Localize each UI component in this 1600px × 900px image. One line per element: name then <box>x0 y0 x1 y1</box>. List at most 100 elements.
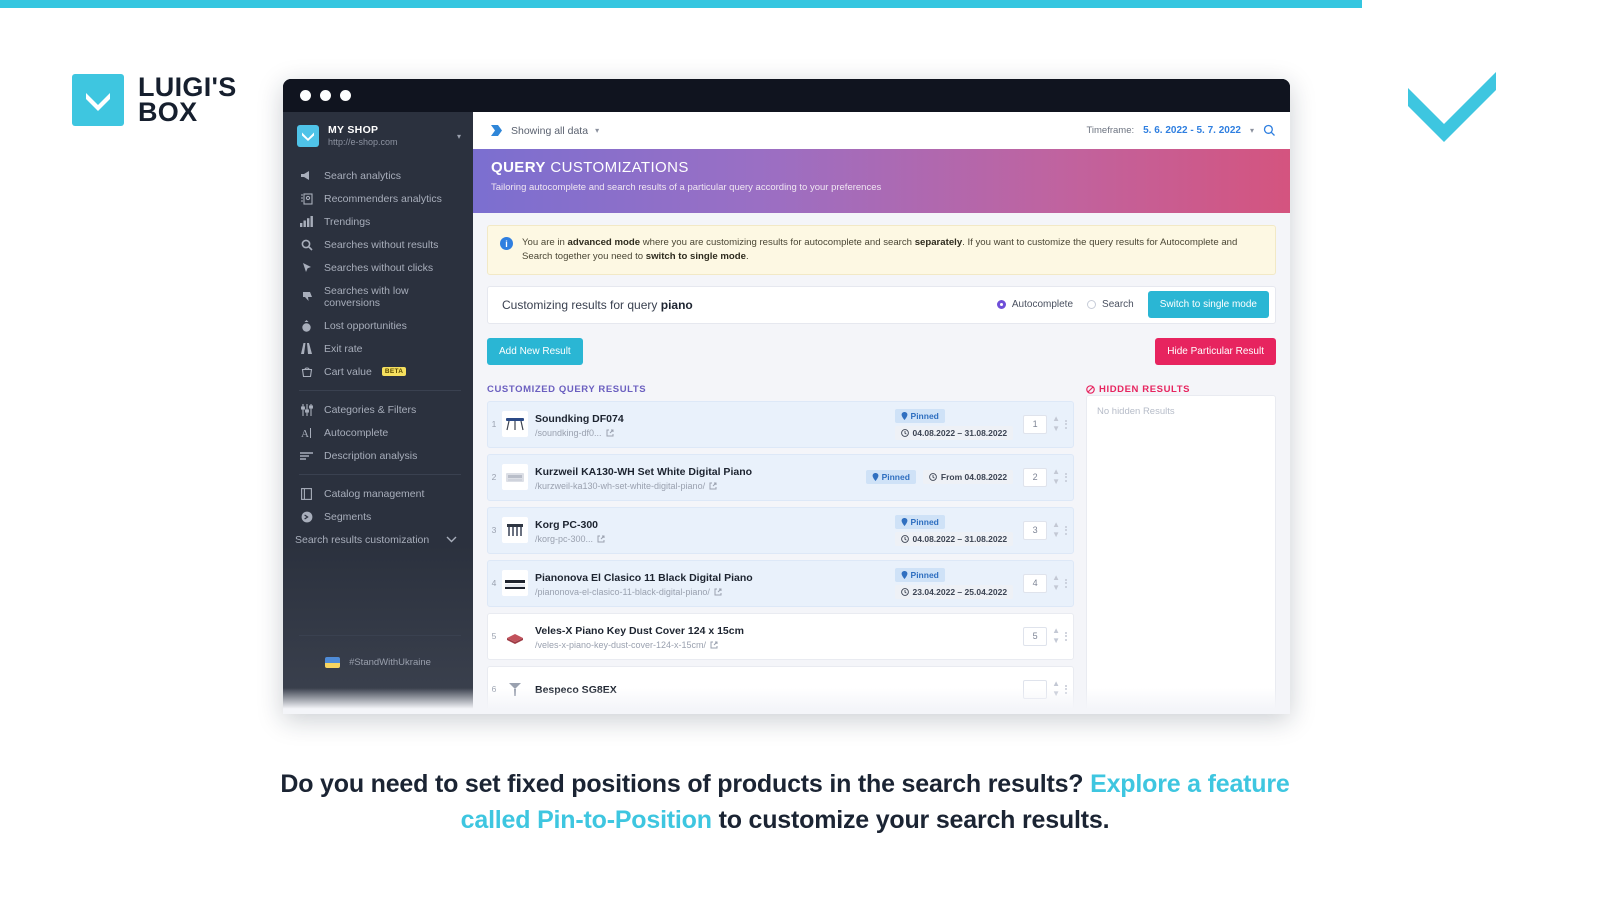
hidden-results-label: HIDDEN RESULTS <box>1086 384 1276 395</box>
sidebar-item-label: Searches without clicks <box>324 261 434 274</box>
chevron-down-icon[interactable]: ▾ <box>1250 126 1254 135</box>
position-input[interactable]: 3 <box>1023 520 1048 540</box>
row-index: 1 <box>491 419 497 430</box>
clock-icon <box>900 534 909 543</box>
customized-results-column: Add New Result CUSTOMIZED QUERY RESULTS … <box>487 337 1074 714</box>
sidebar-item-categories-filters[interactable]: Categories & Filters <box>283 398 473 421</box>
hidden-results-column: Hide Particular Result HIDDEN RESULTS No… <box>1086 337 1276 714</box>
sidebar-item-autocomplete[interactable]: A Autocomplete <box>283 421 473 444</box>
row-menu-icon[interactable] <box>1065 525 1067 535</box>
sidebar-item-segments[interactable]: Segments <box>283 505 473 528</box>
product-thumbnail <box>502 464 528 491</box>
page-title-rest: CUSTOMIZATIONS <box>545 159 689 176</box>
radio-autocomplete-label: Autocomplete <box>1011 299 1074 311</box>
sidebar-item-label: Search results customization <box>295 534 430 546</box>
window-maximize-dot[interactable] <box>340 90 351 101</box>
table-row[interactable]: 2 Kurzweil KA130-WH Set White Digital Pi… <box>487 453 1074 501</box>
timeframe-value[interactable]: 5. 6. 2022 - 5. 7. 2022 <box>1143 125 1241 136</box>
stand-with-ukraine[interactable]: #StandWithUkraine <box>283 657 473 668</box>
radio-search[interactable]: Search <box>1087 299 1134 310</box>
sidebar-item-label: Search analytics <box>324 169 402 182</box>
switch-to-single-mode-button[interactable]: Switch to single mode <box>1147 291 1269 319</box>
arrow-up-icon: ▲ <box>1052 626 1060 636</box>
table-row[interactable]: 6 Bespeco SG8EX ▲ ▼ <box>487 665 1074 713</box>
segment-icon <box>299 511 314 523</box>
row-menu-icon[interactable] <box>1065 419 1067 429</box>
pin-icon <box>901 411 907 420</box>
reorder-arrows[interactable]: ▲ ▼ <box>1052 574 1060 592</box>
sidebar-item-label: Autocomplete <box>324 426 389 439</box>
product-title: Kurzweil KA130-WH Set White Digital Pian… <box>535 465 753 478</box>
sidebar-item-label: Trendings <box>324 215 371 228</box>
sidebar-item-search-results-customization[interactable]: Search results customization <box>283 528 473 552</box>
sidebar-item-description-analysis[interactable]: Description analysis <box>283 444 473 467</box>
product-thumbnail <box>502 517 528 544</box>
banner-bold-2: separately <box>914 237 963 248</box>
window-close-dot[interactable] <box>300 90 311 101</box>
position-input[interactable]: 5 <box>1023 626 1048 646</box>
timeframe-label: Timeframe: <box>1086 125 1135 136</box>
sidebar-item-catalog-management[interactable]: Catalog management <box>283 482 473 505</box>
position-input[interactable]: 4 <box>1023 573 1048 593</box>
sidebar-item-cart-value[interactable]: Cart value BETA <box>283 360 473 383</box>
row-index: 2 <box>491 472 497 483</box>
sidebar-item-lost-opportunities[interactable]: Lost opportunities <box>283 314 473 337</box>
sidebar-item-search-analytics[interactable]: Search analytics <box>283 164 473 187</box>
reorder-arrows[interactable]: ▲ ▼ <box>1052 627 1060 645</box>
chevron-down-icon: ▾ <box>456 131 461 141</box>
svg-text:A: A <box>301 428 309 439</box>
reorder-arrows[interactable]: ▲ ▼ <box>1052 468 1060 486</box>
position-input[interactable]: 2 <box>1023 467 1048 487</box>
sidebar-item-searches-without-results[interactable]: Searches without results <box>283 233 473 256</box>
page-title-bold: QUERY <box>491 159 546 176</box>
arrow-down-icon: ▼ <box>1052 636 1060 646</box>
cursor-icon <box>299 262 314 274</box>
row-menu-icon[interactable] <box>1065 684 1067 694</box>
sidebar-item-label: Segments <box>324 510 372 523</box>
product-title: Soundking DF074 <box>535 412 624 425</box>
sidebar-item-trendings[interactable]: Trendings <box>283 210 473 233</box>
reorder-arrows[interactable]: ▲ ▼ <box>1052 680 1060 698</box>
date-badge: 23.04.2022 – 25.04.2022 <box>894 584 1014 599</box>
hidden-results-panel: No hidden Results <box>1086 394 1276 714</box>
position-input[interactable] <box>1023 679 1048 699</box>
data-scope-selector[interactable]: Showing all data ▾ <box>489 123 599 138</box>
sidebar-item-searches-with-low-conversions[interactable]: Searches with low conversions <box>283 279 473 314</box>
external-link-icon <box>709 482 717 490</box>
page-title: QUERY CUSTOMIZATIONS <box>491 159 1290 176</box>
table-row[interactable]: 3 Korg PC-300 /korg-pc-300... Pinned 04.… <box>487 506 1074 554</box>
row-menu-icon[interactable] <box>1065 472 1067 482</box>
add-new-result-button[interactable]: Add New Result <box>487 337 583 365</box>
table-row[interactable]: 5 Veles-X Piano Key Dust Cover 124 x 15c… <box>487 612 1074 660</box>
radio-autocomplete[interactable]: Autocomplete <box>996 299 1074 311</box>
product-thumbnail <box>502 676 528 703</box>
sidebar-item-recommenders-analytics[interactable]: Recommenders analytics <box>283 187 473 210</box>
window-minimize-dot[interactable] <box>320 90 331 101</box>
customizing-title: Customizing results for query piano <box>502 298 693 312</box>
position-input[interactable]: 1 <box>1023 414 1048 434</box>
reorder-arrows[interactable]: ▲ ▼ <box>1052 521 1060 539</box>
hidden-results-empty-text: No hidden Results <box>1097 405 1175 417</box>
table-row[interactable]: 1 Soundking DF074 /soundking-df0... Pinn… <box>487 400 1074 448</box>
table-row[interactable]: 4 Pianonova El Clasico 11 Black Digital … <box>487 559 1074 607</box>
row-menu-icon[interactable] <box>1065 578 1067 588</box>
shop-switcher[interactable]: MY SHOP http://e-shop.com ▾ <box>283 112 473 161</box>
page-subtitle: Tailoring autocomplete and search result… <box>491 182 882 193</box>
sidebar-item-exit-rate[interactable]: Exit rate <box>283 337 473 360</box>
text-cursor-icon: A <box>299 427 314 439</box>
sidebar-item-searches-without-clicks[interactable]: Searches without clicks <box>283 256 473 279</box>
radio-dot-icon <box>996 300 1006 310</box>
hide-particular-result-button[interactable]: Hide Particular Result <box>1155 337 1276 365</box>
query-term: piano <box>660 297 693 312</box>
magnifier-icon <box>299 239 314 251</box>
product-title: Korg PC-300 <box>535 518 599 531</box>
info-icon: i <box>500 237 513 250</box>
sliders-icon <box>299 403 314 416</box>
sidebar-divider <box>299 390 461 391</box>
banner-text-2: where you are customizing results for au… <box>640 237 915 248</box>
caption-part-2: to customize your search results. <box>711 806 1110 834</box>
search-icon[interactable] <box>1263 124 1276 137</box>
banner-text-1: You are in <box>522 237 568 248</box>
row-menu-icon[interactable] <box>1065 631 1067 641</box>
reorder-arrows[interactable]: ▲ ▼ <box>1052 415 1060 433</box>
